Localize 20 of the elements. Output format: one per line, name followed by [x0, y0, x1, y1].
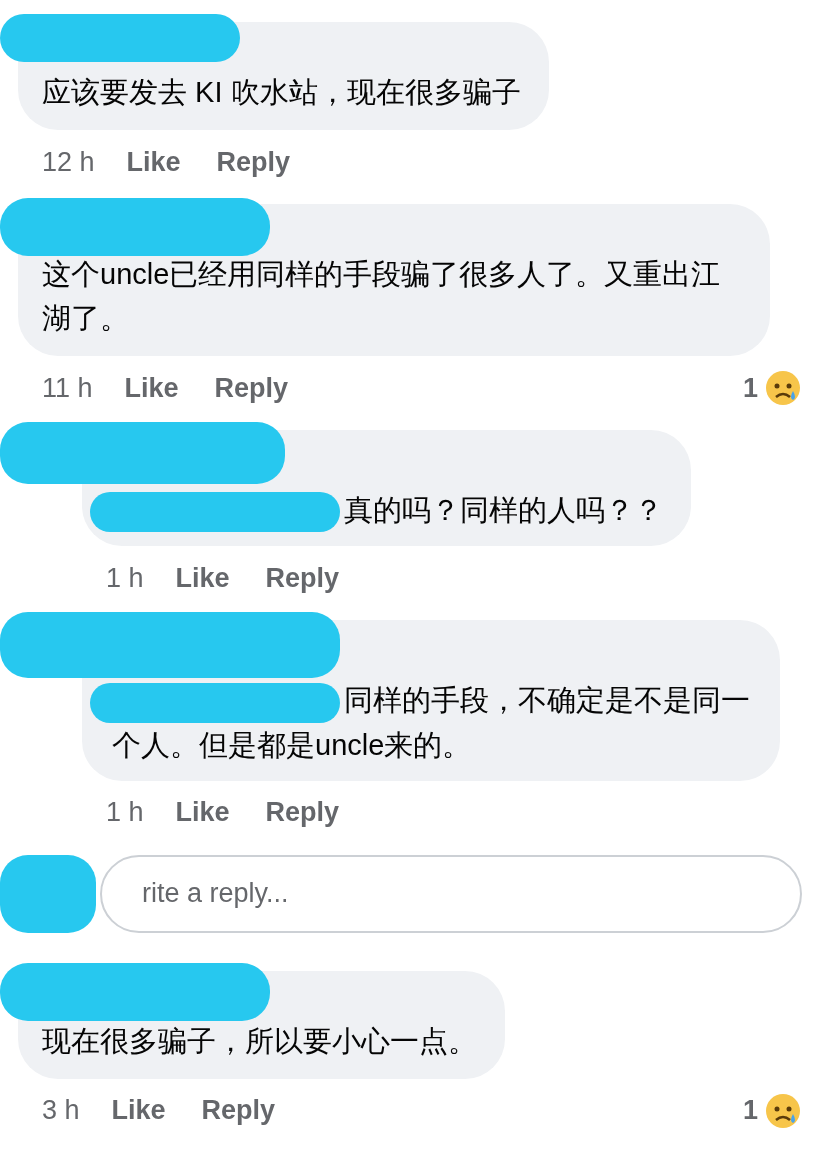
reply-link[interactable]: Reply — [201, 1095, 276, 1127]
comment-time: 1 h — [106, 562, 144, 594]
reply-link[interactable]: Reply — [265, 797, 340, 829]
like-link[interactable]: Like — [175, 562, 230, 594]
comment-time: 12 h — [42, 146, 95, 178]
sad-emoji-icon — [764, 1091, 802, 1130]
reply-input-field[interactable]: rite a reply... — [100, 854, 802, 933]
sad-emoji-icon — [764, 369, 802, 407]
like-link[interactable]: Like — [111, 1095, 166, 1127]
reply-link[interactable]: Reply — [216, 146, 291, 178]
reply-link[interactable]: Reply — [265, 562, 340, 594]
comment-time: 3 h — [42, 1095, 80, 1127]
comment-time: 1 h — [106, 797, 144, 829]
like-link[interactable]: Like — [126, 146, 181, 178]
like-link[interactable]: Like — [175, 797, 230, 829]
reaction-count: 1 — [742, 1095, 758, 1127]
reaction-count: 1 — [742, 372, 758, 404]
reply-link[interactable]: Reply — [214, 372, 289, 404]
comment-time: 11 h — [42, 372, 93, 404]
like-link[interactable]: Like — [124, 372, 179, 404]
